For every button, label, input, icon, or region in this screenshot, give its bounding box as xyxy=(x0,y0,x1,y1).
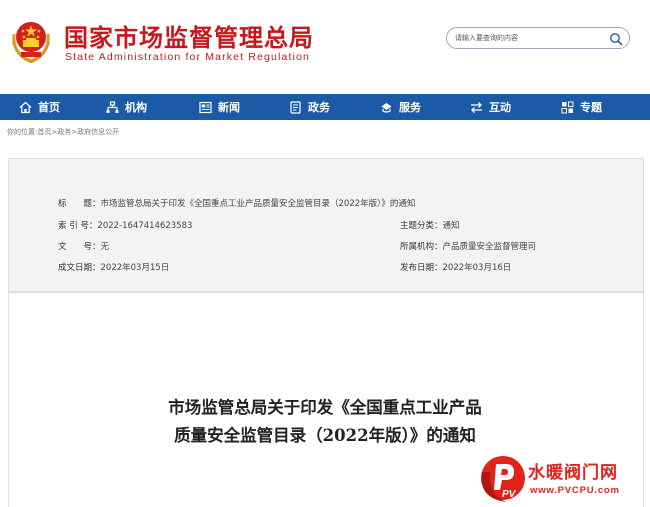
government-icon xyxy=(290,100,301,114)
meta-docno-value: 无 xyxy=(100,242,110,252)
search-input[interactable] xyxy=(455,31,605,45)
document-title-line-1: 市场监管总局关于印发《全国重点工业产品 xyxy=(168,398,482,417)
meta-created-label: 成文日期： xyxy=(58,263,101,273)
watermark-logo-icon: PV xyxy=(481,456,525,502)
nav-label-org: 机构 xyxy=(125,101,147,114)
meta-title-row: 标 题：市场监管总局关于印发《全国重点工业产品质量安全监管目录（2022年版）》… xyxy=(58,197,415,209)
nav-item-topic[interactable]: 专题 xyxy=(561,94,602,120)
meta-index-value: 2022-1647414623583 xyxy=(97,221,193,231)
watermark-logo-letters: PV xyxy=(502,489,517,500)
nav-label-government: 政务 xyxy=(308,101,330,114)
meta-docno-row: 文 号：无 xyxy=(58,240,109,252)
meta-index-row: 索 引 号：2022-1647414623583 xyxy=(58,219,192,231)
meta-category-value: 通知 xyxy=(442,221,460,231)
meta-category-label: 主题分类： xyxy=(400,221,443,231)
nav-label-news: 新闻 xyxy=(218,101,240,114)
meta-index-label: 索 引 号： xyxy=(58,221,98,231)
news-icon xyxy=(199,101,212,113)
nav-item-org[interactable]: 机构 xyxy=(106,94,147,120)
watermark: PV 水暖阀门网 www.PVCPU.com xyxy=(476,452,650,507)
nav-item-news[interactable]: 新闻 xyxy=(199,94,240,120)
nav-item-service[interactable]: 服务 xyxy=(380,94,421,120)
nav-label-home: 首页 xyxy=(38,101,60,114)
nav-label-topic: 专题 xyxy=(580,101,602,114)
meta-org-row: 所属机构：产品质量安全监督管理司 xyxy=(400,240,536,252)
search-box[interactable] xyxy=(446,27,630,49)
breadcrumb[interactable]: 你的位置:首页>政务>政府信息公开 xyxy=(7,127,119,137)
nav-item-government[interactable]: 政务 xyxy=(289,94,330,120)
nav-label-interaction: 互动 xyxy=(489,101,511,114)
meta-title-label: 标 题： xyxy=(58,199,101,209)
meta-title-value: 市场监管总局关于印发《全国重点工业产品质量安全监管目录（2022年版）》的通知 xyxy=(100,199,416,209)
meta-docno-label: 文 号： xyxy=(58,242,101,252)
meta-category-row: 主题分类：通知 xyxy=(400,219,460,231)
meta-org-value: 产品质量安全监督管理司 xyxy=(442,242,537,252)
document-title: 市场监管总局关于印发《全国重点工业产品 质量安全监管目录（2022年版）》的通知 xyxy=(0,394,650,450)
watermark-text: 水暖阀门网 xyxy=(528,463,618,483)
site-title[interactable]: 国家市场监督管理总局 xyxy=(64,18,314,53)
main-nav: 首页 机构 新闻 政务 服务 互动 专题 xyxy=(0,94,650,120)
topic-icon xyxy=(561,101,574,113)
interaction-icon xyxy=(471,101,482,113)
site-header: 国家市场监督管理总局 State Administration for Mark… xyxy=(0,0,650,92)
site-subtitle: State Administration for Market Regulati… xyxy=(65,51,310,63)
meta-created-row: 成文日期：2022年03月15日 xyxy=(58,261,169,273)
meta-org-label: 所属机构： xyxy=(400,242,443,252)
nav-item-home[interactable]: 首页 xyxy=(19,94,60,120)
org-icon xyxy=(106,100,119,113)
meta-published-row: 发布日期：2022年03月16日 xyxy=(400,261,511,273)
nav-item-interaction[interactable]: 互动 xyxy=(470,94,511,120)
search-icon[interactable] xyxy=(609,32,623,46)
service-icon xyxy=(381,102,392,113)
watermark-url: www.PVCPU.com xyxy=(530,485,620,496)
home-icon xyxy=(19,101,32,113)
meta-published-value: 2022年03月16日 xyxy=(442,263,512,273)
nav-label-service: 服务 xyxy=(399,101,421,114)
national-emblem-icon[interactable] xyxy=(8,14,54,64)
meta-published-label: 发布日期： xyxy=(400,263,443,273)
meta-created-value: 2022年03月15日 xyxy=(100,263,170,273)
document-title-line-2: 质量安全监管目录（2022年版）》的通知 xyxy=(174,426,476,445)
